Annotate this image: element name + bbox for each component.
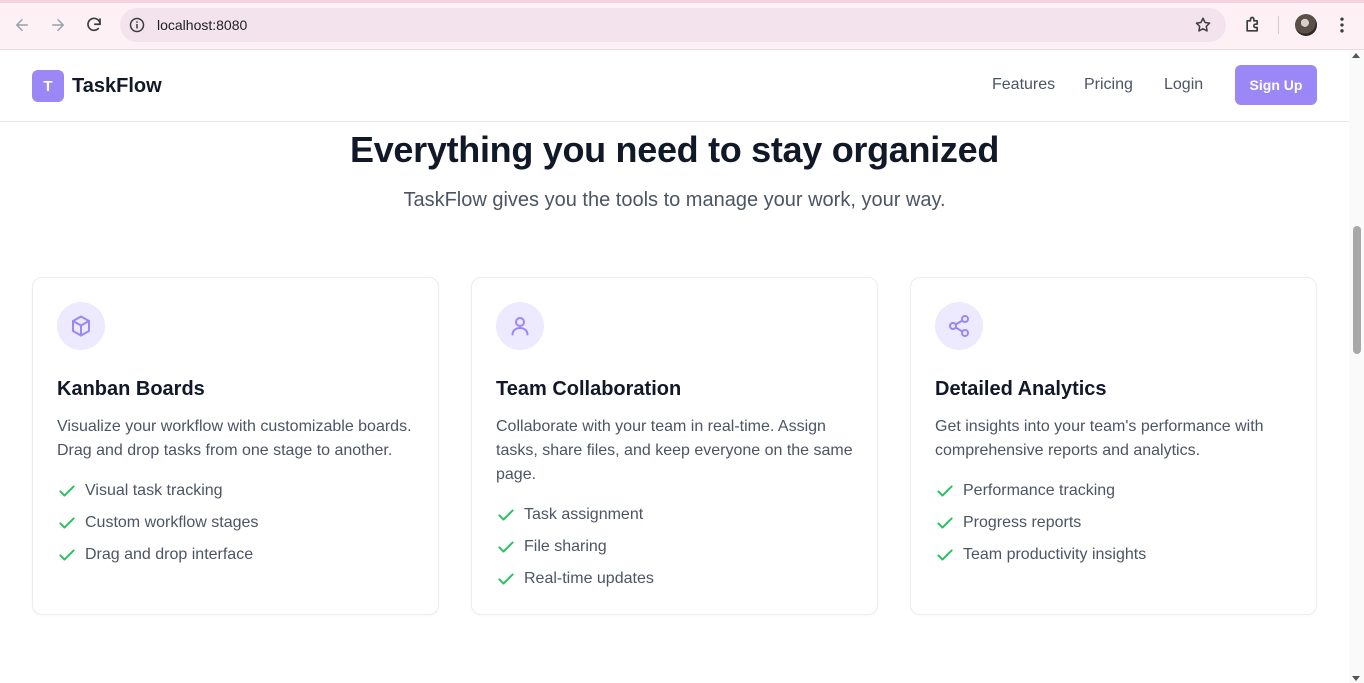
check-icon [496, 569, 516, 589]
feature-icon-badge [496, 302, 544, 350]
user-icon [511, 317, 529, 336]
feature-label: Real-time updates [524, 570, 654, 587]
logo-mark: T [32, 70, 64, 102]
list-item: Visual task tracking [57, 475, 258, 507]
section-title: Everything you need to stay organized [349, 129, 1000, 170]
site-header: T TaskFlow Features Pricing Login Sign U… [0, 50, 1349, 122]
card-description: Get insights into your team's performanc… [935, 418, 1264, 459]
card-description: Visualize your workflow with customizabl… [57, 418, 412, 459]
check-icon [57, 513, 77, 533]
check-icon [496, 505, 516, 525]
list-item: Real-time updates [496, 563, 654, 595]
list-item: File sharing [496, 531, 654, 563]
card-description: Collaborate with your team in real-time.… [496, 418, 853, 483]
brand-name: TaskFlow [72, 74, 162, 97]
feature-icon-badge [935, 302, 983, 350]
back-button[interactable] [10, 13, 34, 37]
scroll-up-arrow-icon[interactable] [1352, 53, 1360, 58]
section-subtitle: TaskFlow gives you the tools to manage y… [403, 189, 946, 211]
page-scrollbar[interactable] [1349, 50, 1364, 683]
feature-label: Team productivity insights [963, 546, 1147, 563]
page-viewport: T TaskFlow Features Pricing Login Sign U… [0, 50, 1364, 683]
list-item: Custom workflow stages [57, 507, 258, 539]
arrow-left-icon [16, 19, 28, 31]
cube-icon [72, 315, 90, 337]
tab-strip-edge [0, 0, 1364, 3]
feature-card-analytics: Detailed Analytics Get insights into you… [910, 277, 1317, 615]
feature-list: Visual task tracking Custom workflow sta… [57, 475, 258, 571]
feature-label: Performance tracking [963, 482, 1116, 499]
nav-link-login[interactable]: Login [1164, 76, 1203, 94]
arrow-right-icon [52, 19, 64, 31]
site-info-icon[interactable] [129, 17, 145, 33]
feature-icon-badge [57, 302, 105, 350]
check-icon [57, 545, 77, 565]
address-bar[interactable]: localhost:8080 [120, 8, 1226, 42]
nav-link-pricing[interactable]: Pricing [1084, 76, 1133, 94]
toolbar-divider [1278, 16, 1279, 34]
url-text[interactable]: localhost:8080 [157, 17, 247, 33]
browser-menu-button[interactable] [1330, 13, 1354, 37]
forward-button[interactable] [46, 13, 70, 37]
feature-label: Visual task tracking [85, 482, 223, 499]
scrollbar-thumb[interactable] [1353, 226, 1361, 354]
scroll-down-arrow-icon[interactable] [1352, 676, 1360, 681]
feature-label: Custom workflow stages [85, 514, 259, 531]
nav-link-features[interactable]: Features [992, 76, 1055, 94]
feature-card-collaboration: Team Collaboration Collaborate with your… [471, 277, 878, 615]
feature-list: Performance tracking Progress reports Te… [935, 475, 1146, 571]
list-item: Task assignment [496, 499, 654, 531]
card-title: Team Collaboration [496, 378, 682, 400]
list-item: Performance tracking [935, 475, 1146, 507]
list-item: Progress reports [935, 507, 1146, 539]
check-icon [935, 481, 955, 501]
feature-list: Task assignment File sharing Real-time u… [496, 499, 654, 595]
profile-avatar[interactable] [1295, 14, 1317, 36]
feature-label: Task assignment [524, 506, 644, 523]
feature-label: File sharing [524, 538, 607, 555]
reload-icon [87, 17, 101, 32]
extensions-button[interactable] [1241, 13, 1265, 37]
brand-logo[interactable]: T TaskFlow [32, 70, 162, 102]
sign-up-button[interactable]: Sign Up [1235, 65, 1317, 105]
feature-label: Progress reports [963, 514, 1082, 531]
list-item: Drag and drop interface [57, 539, 258, 571]
feature-label: Drag and drop interface [85, 546, 254, 563]
feature-card-kanban: Kanban Boards Visualize your workflow wi… [32, 277, 439, 615]
check-icon [57, 481, 77, 501]
card-title: Detailed Analytics [935, 378, 1107, 400]
check-icon [935, 545, 955, 565]
check-icon [496, 537, 516, 557]
share-icon [949, 315, 969, 337]
list-item: Team productivity insights [935, 539, 1146, 571]
check-icon [935, 513, 955, 533]
puzzle-icon [1246, 16, 1258, 32]
reload-button[interactable] [82, 13, 106, 37]
bookmark-star-icon[interactable] [1194, 16, 1212, 34]
more-vertical-icon [1340, 17, 1344, 33]
card-title: Kanban Boards [57, 378, 205, 400]
browser-toolbar: localhost:8080 [0, 0, 1364, 50]
